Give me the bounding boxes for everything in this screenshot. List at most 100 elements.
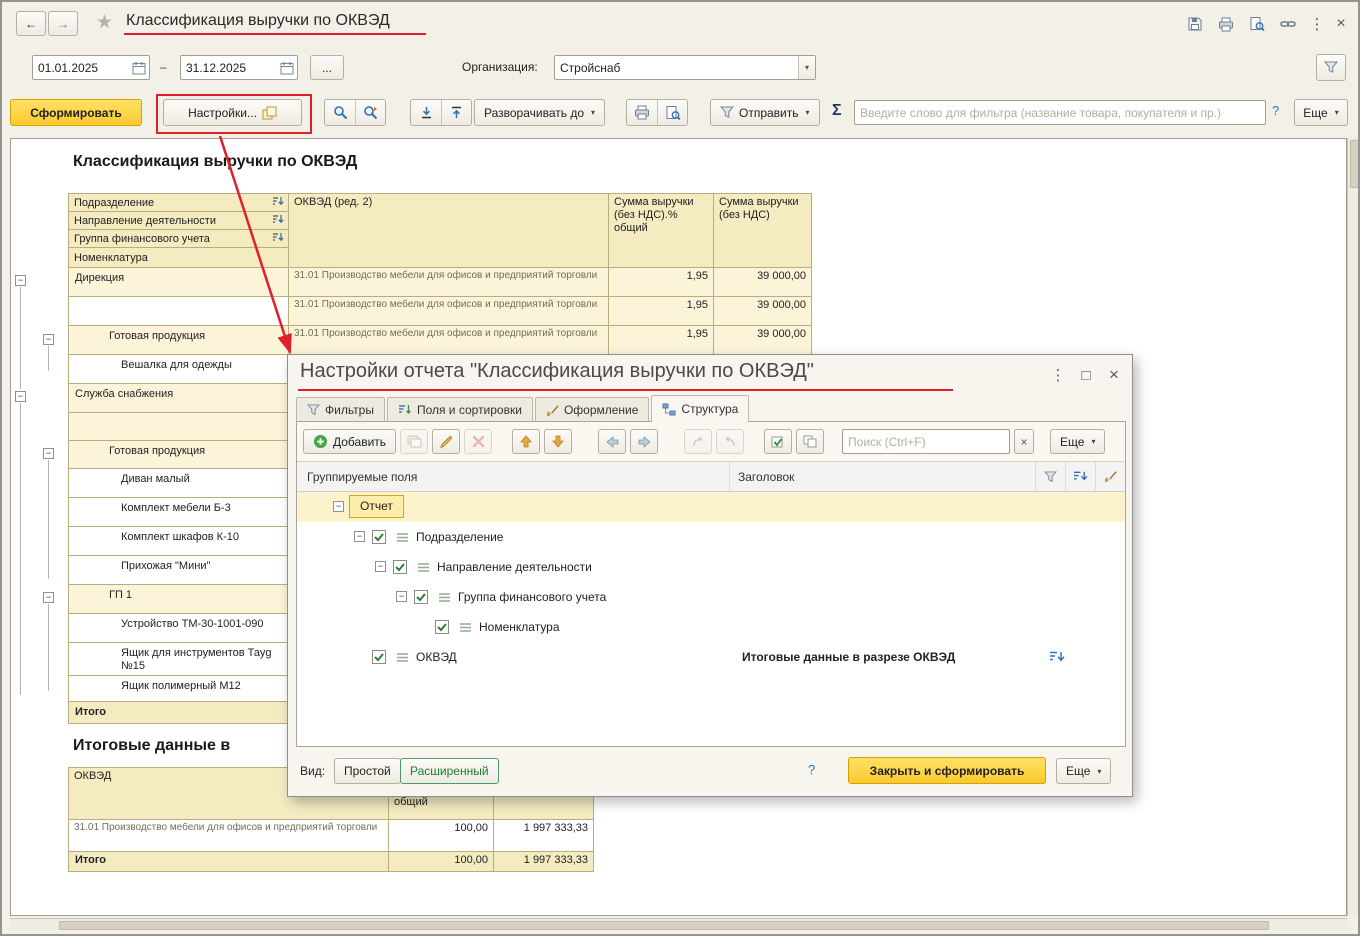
structure-root-cell[interactable]: Отчет: [349, 495, 404, 518]
structure-row-field[interactable]: − Подразделение: [297, 522, 1125, 552]
search-button[interactable]: [325, 100, 355, 125]
checkbox-checked-icon[interactable]: [372, 650, 386, 667]
forward-button[interactable]: →: [48, 11, 78, 36]
add-button[interactable]: Добавить: [303, 429, 397, 454]
column-header-sum[interactable]: Сумма выручки (без НДС): [714, 194, 812, 268]
move-down-button[interactable]: [544, 429, 573, 454]
date-to-input[interactable]: [181, 60, 277, 75]
print-button[interactable]: [1213, 13, 1239, 35]
checkbox-checked-icon[interactable]: [393, 560, 407, 577]
grid-sort-icon[interactable]: [1065, 462, 1095, 491]
dialog-maximize-button[interactable]: □: [1074, 363, 1098, 387]
move-into-group-button[interactable]: [684, 429, 713, 454]
view-simple-button[interactable]: Простой: [334, 758, 401, 784]
report-row[interactable]: 31.01 Производство мебели для офисов и п…: [69, 297, 812, 326]
edit-button[interactable]: [432, 429, 461, 454]
dialog-search-input[interactable]: [843, 434, 1010, 449]
view-advanced-button[interactable]: Расширенный: [400, 758, 499, 784]
dialog-close-button[interactable]: ×: [1102, 363, 1126, 387]
tree-collapse-icon[interactable]: −: [354, 531, 365, 542]
move-up-button[interactable]: [512, 429, 541, 454]
structure-row-root[interactable]: − Отчет: [297, 492, 1125, 522]
tree-collapse-icon[interactable]: −: [43, 592, 54, 603]
print-button[interactable]: [627, 100, 657, 125]
window-close-button[interactable]: ×: [1330, 12, 1352, 36]
uncheck-all-button[interactable]: [796, 429, 825, 454]
tree-collapse-icon[interactable]: −: [375, 561, 386, 572]
horizontal-scrollbar[interactable]: [10, 918, 1347, 931]
create-group-button[interactable]: [400, 429, 429, 454]
move-right-button[interactable]: [630, 429, 659, 454]
structure-row-field[interactable]: − Направление деятельности: [297, 552, 1125, 582]
save-button[interactable]: [1182, 13, 1208, 35]
field-grip-icon: [459, 622, 472, 636]
row-sort-settings-icon[interactable]: [1049, 650, 1065, 667]
help-link[interactable]: ?: [1272, 103, 1279, 118]
column-header-okved[interactable]: ОКВЭД (ред. 2): [289, 194, 609, 268]
send-button[interactable]: Отправить ▾: [710, 99, 820, 126]
report-row[interactable]: Готовая продукция 31.01 Производство мебе…: [69, 326, 812, 355]
link-button[interactable]: [1275, 13, 1301, 35]
filter-settings-button[interactable]: [1316, 54, 1346, 81]
chevron-down-icon: ▾: [805, 108, 810, 117]
column-header-percent[interactable]: Сумма выручки (без НДС).% общий: [609, 194, 714, 268]
checkbox-checked-icon[interactable]: [414, 590, 428, 607]
checkbox-checked-icon[interactable]: [435, 620, 449, 637]
collapse-levels-button[interactable]: [411, 100, 441, 125]
search-next-button[interactable]: [355, 100, 385, 125]
tab-filters[interactable]: Фильтры: [296, 397, 385, 422]
move-out-of-group-button[interactable]: [716, 429, 745, 454]
delete-button[interactable]: [464, 429, 493, 454]
tab-fields-sorting[interactable]: Поля и сортировки: [386, 397, 533, 422]
search-clear-button[interactable]: ×: [1014, 429, 1035, 454]
check-all-button[interactable]: [764, 429, 793, 454]
vertical-scrollbar-thumb[interactable]: [1350, 140, 1358, 188]
print-preview-button[interactable]: [657, 100, 687, 125]
structure-row-field[interactable]: ОКВЭД Итоговые данные в разрезе ОКВЭД: [297, 642, 1125, 672]
dialog-menu-dots-button[interactable]: ⋮: [1046, 363, 1070, 387]
more-button[interactable]: Еще ▾: [1294, 99, 1348, 126]
tab-appearance[interactable]: Оформление: [534, 397, 650, 422]
quick-filter-input[interactable]: [855, 105, 1265, 120]
calendar-icon[interactable]: [277, 61, 297, 75]
period-more-button[interactable]: ...: [310, 55, 344, 80]
structure-row-field[interactable]: − Группа финансового учета: [297, 582, 1125, 612]
date-from-input[interactable]: [33, 60, 129, 75]
dialog-more-button[interactable]: Еще ▾: [1056, 758, 1112, 784]
tab-structure[interactable]: Структура: [651, 395, 750, 422]
dialog-help-link[interactable]: ?: [808, 762, 815, 777]
vertical-scrollbar[interactable]: [1347, 138, 1358, 916]
toolbar-more-button[interactable]: Еще ▾: [1050, 429, 1106, 454]
calendar-icon[interactable]: [129, 61, 149, 75]
organization-dropdown-button[interactable]: ▾: [798, 56, 815, 79]
close-and-generate-button[interactable]: Закрыть и сформировать: [848, 757, 1046, 784]
uncheck-all-icon: [803, 435, 817, 448]
tree-collapse-icon[interactable]: −: [15, 275, 26, 286]
tree-collapse-icon[interactable]: −: [15, 391, 26, 402]
grid-filter-icon[interactable]: [1035, 462, 1065, 491]
expand-to-button[interactable]: Разворачивать до ▾: [474, 99, 606, 126]
column-grouped-fields[interactable]: Группируемые поля: [297, 470, 729, 484]
preview-button[interactable]: [1244, 13, 1270, 35]
organization-input[interactable]: [555, 60, 798, 75]
expand-levels-button[interactable]: [441, 100, 471, 125]
tree-collapse-icon[interactable]: −: [333, 501, 344, 512]
tree-collapse-icon[interactable]: −: [396, 591, 407, 602]
tree-collapse-icon[interactable]: −: [43, 334, 54, 345]
move-left-button[interactable]: [598, 429, 627, 454]
favorite-star-icon[interactable]: ★: [96, 11, 113, 34]
grid-appearance-icon[interactable]: [1095, 462, 1125, 491]
back-button[interactable]: ←: [16, 11, 46, 36]
report-row[interactable]: Дирекция 31.01 Производство мебели для оф…: [69, 268, 812, 297]
tree-collapse-icon[interactable]: −: [43, 448, 54, 459]
sum-button[interactable]: Σ: [832, 102, 842, 120]
window-menu-dots-button[interactable]: ⋮: [1306, 12, 1328, 36]
horizontal-scrollbar-thumb[interactable]: [59, 921, 1269, 930]
summary-row[interactable]: 31.01 Производство мебели для офисов и п…: [69, 820, 594, 852]
structure-icon: [662, 403, 676, 415]
structure-row-field[interactable]: Номенклатура: [297, 612, 1125, 642]
generate-button[interactable]: Сформировать: [10, 99, 142, 126]
column-title[interactable]: Заголовок: [729, 462, 1035, 491]
checkbox-checked-icon[interactable]: [372, 530, 386, 547]
summary-total-row[interactable]: Итого 100,00 1 997 333,33: [69, 852, 594, 872]
